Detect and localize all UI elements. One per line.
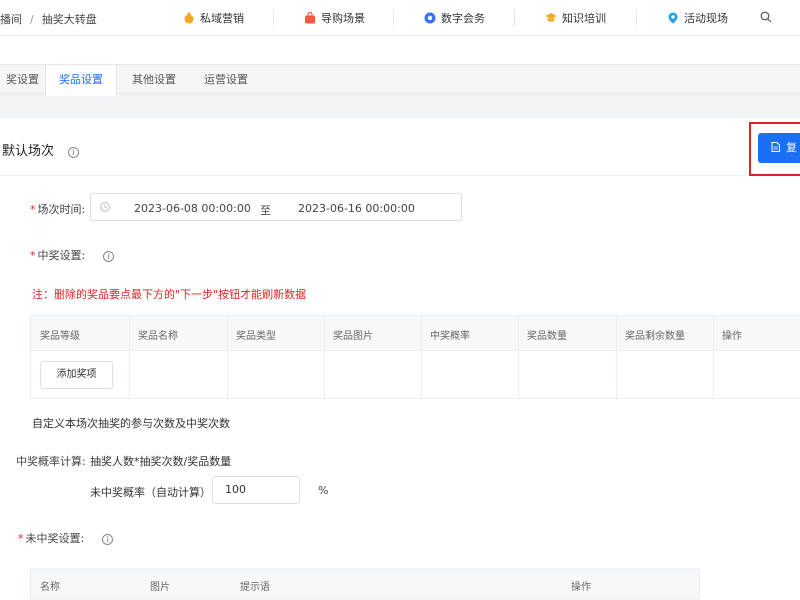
nav-item-label: 数字会务 [441, 12, 485, 25]
info-icon[interactable]: i [68, 147, 80, 158]
nav-item-event-site[interactable]: 活动现场 [667, 10, 728, 26]
info-icon[interactable]: i [103, 251, 115, 262]
probability-formula: 抽奖人数*抽奖次数/奖品数量 [90, 455, 232, 468]
breadcrumb-item-lucky-wheel: 抽奖大转盘 [41, 13, 97, 26]
column-header: 奖品数量 [527, 331, 567, 342]
clock-icon [100, 202, 110, 212]
range-separator: 至 [260, 204, 271, 217]
prize-column-image: 奖品图片 [325, 316, 422, 400]
column-header: 奖品图片 [333, 331, 373, 342]
prize-column-type: 奖品类型 [228, 316, 325, 400]
section-title-text: 默认场次 [2, 144, 55, 159]
required-mark: * [30, 203, 36, 216]
session-time-label: * 场次时间: [30, 201, 85, 217]
no-win-settings-label-text: 未中奖设置: [25, 532, 85, 545]
header-spacer [0, 36, 800, 64]
nav-item-digital-conference[interactable]: 数字会务 [424, 10, 485, 26]
tab-operation-settings[interactable]: 运营设置 [191, 65, 261, 95]
section-title: 默认场次 i [2, 140, 80, 159]
document-icon [771, 142, 780, 152]
nav-item-label: 私域营销 [200, 12, 244, 25]
no-win-rate-input[interactable]: 100 [212, 476, 300, 504]
info-icon[interactable]: i [102, 534, 114, 545]
search-icon[interactable] [760, 11, 772, 23]
tab-lottery-settings[interactable]: 奖设置 [0, 65, 45, 95]
no-win-table-header: 名称 图片 提示语 操作 [30, 568, 700, 600]
nav-item-knowledge-training[interactable]: 知识培训 [545, 10, 606, 26]
top-navigation-bar: 播间 / 抽奖大转盘 私域营销 导购场景 数字会务 知识培训 活动现场 [0, 0, 800, 36]
no-win-rate-label: 未中奖概率（自动计算） [90, 486, 211, 499]
copy-button[interactable]: 复 [758, 133, 800, 163]
breadcrumb: 播间 / 抽奖大转盘 [0, 11, 97, 27]
start-time: 2023-06-08 00:00:00 [134, 202, 251, 215]
prize-settings-panel: 默认场次 i 复 * 场次时间: 2023-06-08 00:00:00 至 20… [0, 118, 800, 600]
tab-prize-settings[interactable]: 奖品设置 [45, 65, 117, 96]
nav-divider [514, 10, 515, 26]
conference-icon [424, 12, 436, 24]
breadcrumb-separator: / [30, 13, 34, 26]
section-header: 默认场次 i 复 [0, 118, 800, 176]
copy-button-label: 复 [786, 141, 797, 154]
column-header: 奖品类型 [236, 331, 276, 342]
prize-column-level: 奖品等级 添加奖项 [31, 316, 130, 400]
nav-item-label: 导购场景 [321, 12, 365, 25]
delete-warning-text: 注：删除的奖品要点最下方的"下一步"按钮才能刷新数据 [32, 288, 307, 301]
column-header: 名称 [40, 582, 60, 593]
end-time: 2023-06-16 00:00:00 [298, 202, 415, 215]
column-header: 操作 [722, 331, 742, 342]
nav-divider [393, 10, 394, 26]
column-header: 中奖概率 [430, 331, 470, 342]
prize-column-actions: 操作 [714, 316, 800, 400]
probability-calc-label: 中奖概率计算: [16, 455, 86, 468]
required-mark: * [18, 532, 24, 545]
prize-table: 奖品等级 添加奖项 奖品名称 奖品类型 奖品图片 中奖概率 奖品数量 奖品剩余数… [30, 315, 800, 400]
nav-divider [273, 10, 274, 26]
location-pin-icon [668, 12, 678, 24]
win-settings-label-text: 中奖设置: [37, 249, 86, 262]
nav-item-private-domain[interactable]: 私域营销 [183, 10, 244, 26]
no-win-settings-label: * 未中奖设置: i [18, 530, 114, 546]
prize-column-probability: 中奖概率 [422, 316, 519, 400]
column-header: 提示语 [240, 582, 270, 593]
private-domain-icon [184, 12, 194, 24]
nav-item-label: 知识培训 [562, 12, 606, 25]
win-settings-label: * 中奖设置: i [30, 247, 115, 263]
tab-other-settings[interactable]: 其他设置 [117, 65, 191, 95]
column-header: 图片 [150, 582, 170, 593]
prize-column-quantity: 奖品数量 [519, 316, 617, 400]
settings-tabs: 奖设置 奖品设置 其他设置 运营设置 [0, 64, 800, 96]
date-range-picker[interactable]: 2023-06-08 00:00:00 至 2023-06-16 00:00:0… [90, 193, 462, 221]
nav-divider [636, 10, 637, 26]
shopping-bag-icon [305, 12, 315, 24]
column-header: 操作 [571, 582, 591, 593]
percent-unit: % [318, 484, 329, 497]
nav-item-label: 活动现场 [684, 12, 728, 25]
prize-column-name: 奖品名称 [130, 316, 228, 400]
required-mark: * [30, 249, 36, 262]
session-time-label-text: 场次时间: [37, 203, 86, 216]
add-prize-button[interactable]: 添加奖项 [40, 361, 113, 389]
column-header: 奖品剩余数量 [625, 331, 685, 342]
column-header: 奖品名称 [138, 331, 178, 342]
prize-column-remaining: 奖品剩余数量 [617, 316, 714, 400]
column-header: 奖品等级 [40, 331, 80, 342]
graduation-cap-icon [545, 13, 557, 22]
custom-participation-text: 自定义本场次抽奖的参与次数及中奖次数 [32, 417, 230, 430]
breadcrumb-item-live-room[interactable]: 播间 [0, 13, 22, 26]
nav-item-shopping-guide[interactable]: 导购场景 [304, 10, 365, 26]
